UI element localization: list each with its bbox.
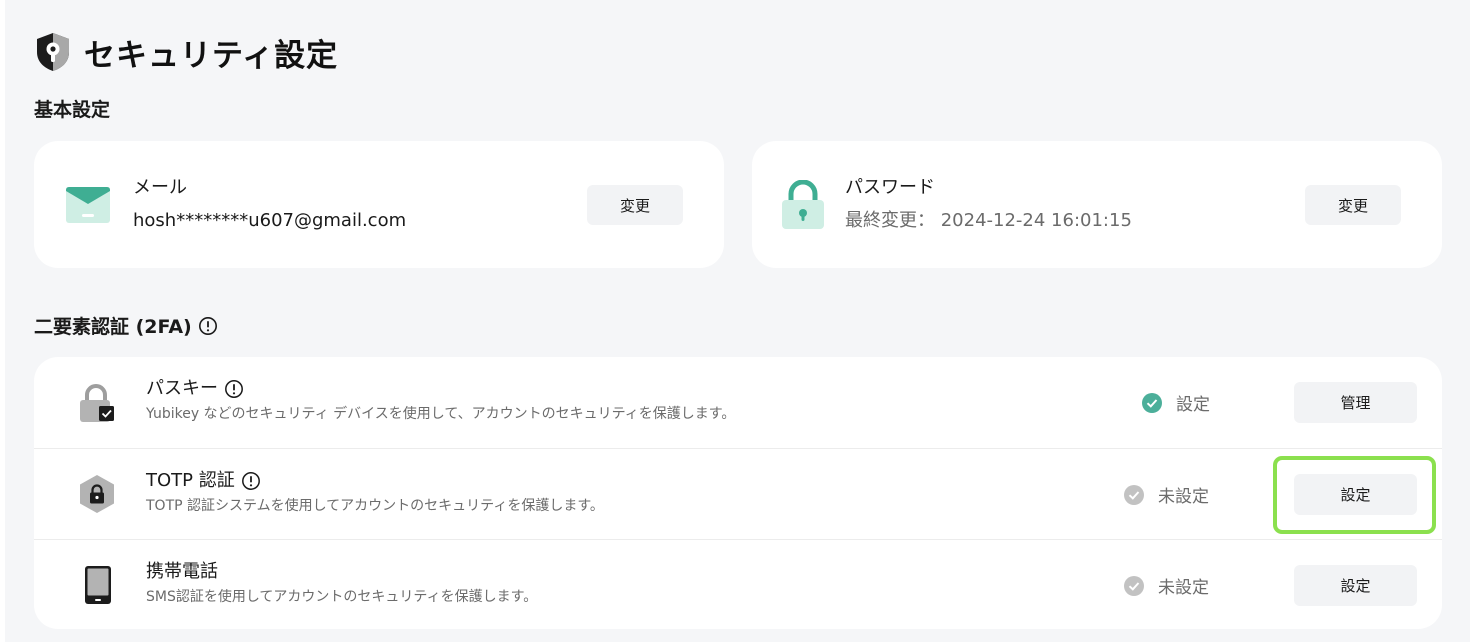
page-header: セキュリティ設定 xyxy=(34,30,338,74)
lock-icon xyxy=(782,180,824,229)
email-text: メール hosh********u607@gmail.com xyxy=(133,176,406,233)
phone-title-line: 携帯電話 xyxy=(146,560,537,584)
manage-passkey-button[interactable]: 管理 xyxy=(1294,382,1417,423)
twofa-label: 二要素認証 (2FA) xyxy=(34,316,192,338)
email-label: メール xyxy=(133,177,187,198)
info-icon[interactable] xyxy=(198,316,218,336)
left-edge xyxy=(0,0,5,642)
totp-status: 未設定 xyxy=(1124,482,1209,507)
mail-icon xyxy=(66,187,110,223)
check-circle-icon xyxy=(1124,575,1144,596)
passkey-info-icon[interactable] xyxy=(224,379,244,399)
totp-text: TOTP 認証 TOTP 認証システムを使用してアカウントのセキュリティを保護し… xyxy=(146,469,604,516)
password-card: パスワード 最終変更： 2024-12-24 16:01:15 変更 xyxy=(752,141,1442,268)
change-email-button[interactable]: 変更 xyxy=(587,185,683,225)
passkey-title-line: パスキー xyxy=(146,377,735,401)
totp-title-line: TOTP 認証 xyxy=(146,469,604,493)
password-label: パスワード xyxy=(845,177,935,198)
setup-phone-button[interactable]: 設定 xyxy=(1294,565,1417,606)
totp-row: TOTP 認証 TOTP 認証システムを使用してアカウントのセキュリティを保護し… xyxy=(34,448,1442,539)
email-value: hosh********u607@gmail.com xyxy=(133,210,407,231)
phone-icon xyxy=(85,566,111,604)
passkey-row: パスキー Yubikey などのセキュリティ デバイスを使用して、アカウントのセ… xyxy=(34,357,1442,448)
passkey-icon xyxy=(80,384,114,422)
basic-settings-title: 基本設定 xyxy=(34,95,110,122)
totp-title: TOTP 認証 xyxy=(146,470,235,491)
page-title: セキュリティ設定 xyxy=(84,37,339,74)
totp-lock-icon xyxy=(80,475,114,513)
phone-status-label: 未設定 xyxy=(1158,578,1209,598)
phone-status: 未設定 xyxy=(1124,573,1209,598)
phone-title: 携帯電話 xyxy=(146,561,218,582)
phone-text: 携帯電話 SMS認証を使用してアカウントのセキュリティを保護します。 xyxy=(146,560,537,607)
setup-totp-button[interactable]: 設定 xyxy=(1294,474,1417,515)
change-password-button[interactable]: 変更 xyxy=(1305,185,1401,225)
passkey-description: Yubikey などのセキュリティ デバイスを使用して、アカウントのセキュリティ… xyxy=(146,406,736,422)
basic-settings-label: 基本設定 xyxy=(34,99,111,121)
passkey-status-label: 設定 xyxy=(1176,395,1210,415)
email-card: メール hosh********u607@gmail.com 変更 xyxy=(34,141,724,268)
check-circle-icon xyxy=(1124,484,1144,505)
passkey-text: パスキー Yubikey などのセキュリティ デバイスを使用して、アカウントのセ… xyxy=(146,377,735,424)
totp-description: TOTP 認証システムを使用してアカウントのセキュリティを保護します。 xyxy=(146,498,604,514)
check-circle-icon xyxy=(1142,392,1162,413)
twofa-title: 二要素認証 (2FA) xyxy=(34,312,218,339)
passkey-status: 設定 xyxy=(1142,390,1210,415)
shield-icon xyxy=(37,33,69,71)
twofa-panel: パスキー Yubikey などのセキュリティ デバイスを使用して、アカウントのセ… xyxy=(34,357,1442,629)
phone-description: SMS認証を使用してアカウントのセキュリティを保護します。 xyxy=(146,589,538,605)
phone-row: 携帯電話 SMS認証を使用してアカウントのセキュリティを保護します。 未設定 設… xyxy=(34,539,1442,629)
passkey-title: パスキー xyxy=(146,378,218,399)
totp-info-icon[interactable] xyxy=(241,471,261,491)
password-text: パスワード 最終変更： 2024-12-24 16:01:15 xyxy=(845,176,1132,233)
password-last-changed: 最終変更： 2024-12-24 16:01:15 xyxy=(845,210,1132,231)
totp-status-label: 未設定 xyxy=(1158,487,1209,507)
